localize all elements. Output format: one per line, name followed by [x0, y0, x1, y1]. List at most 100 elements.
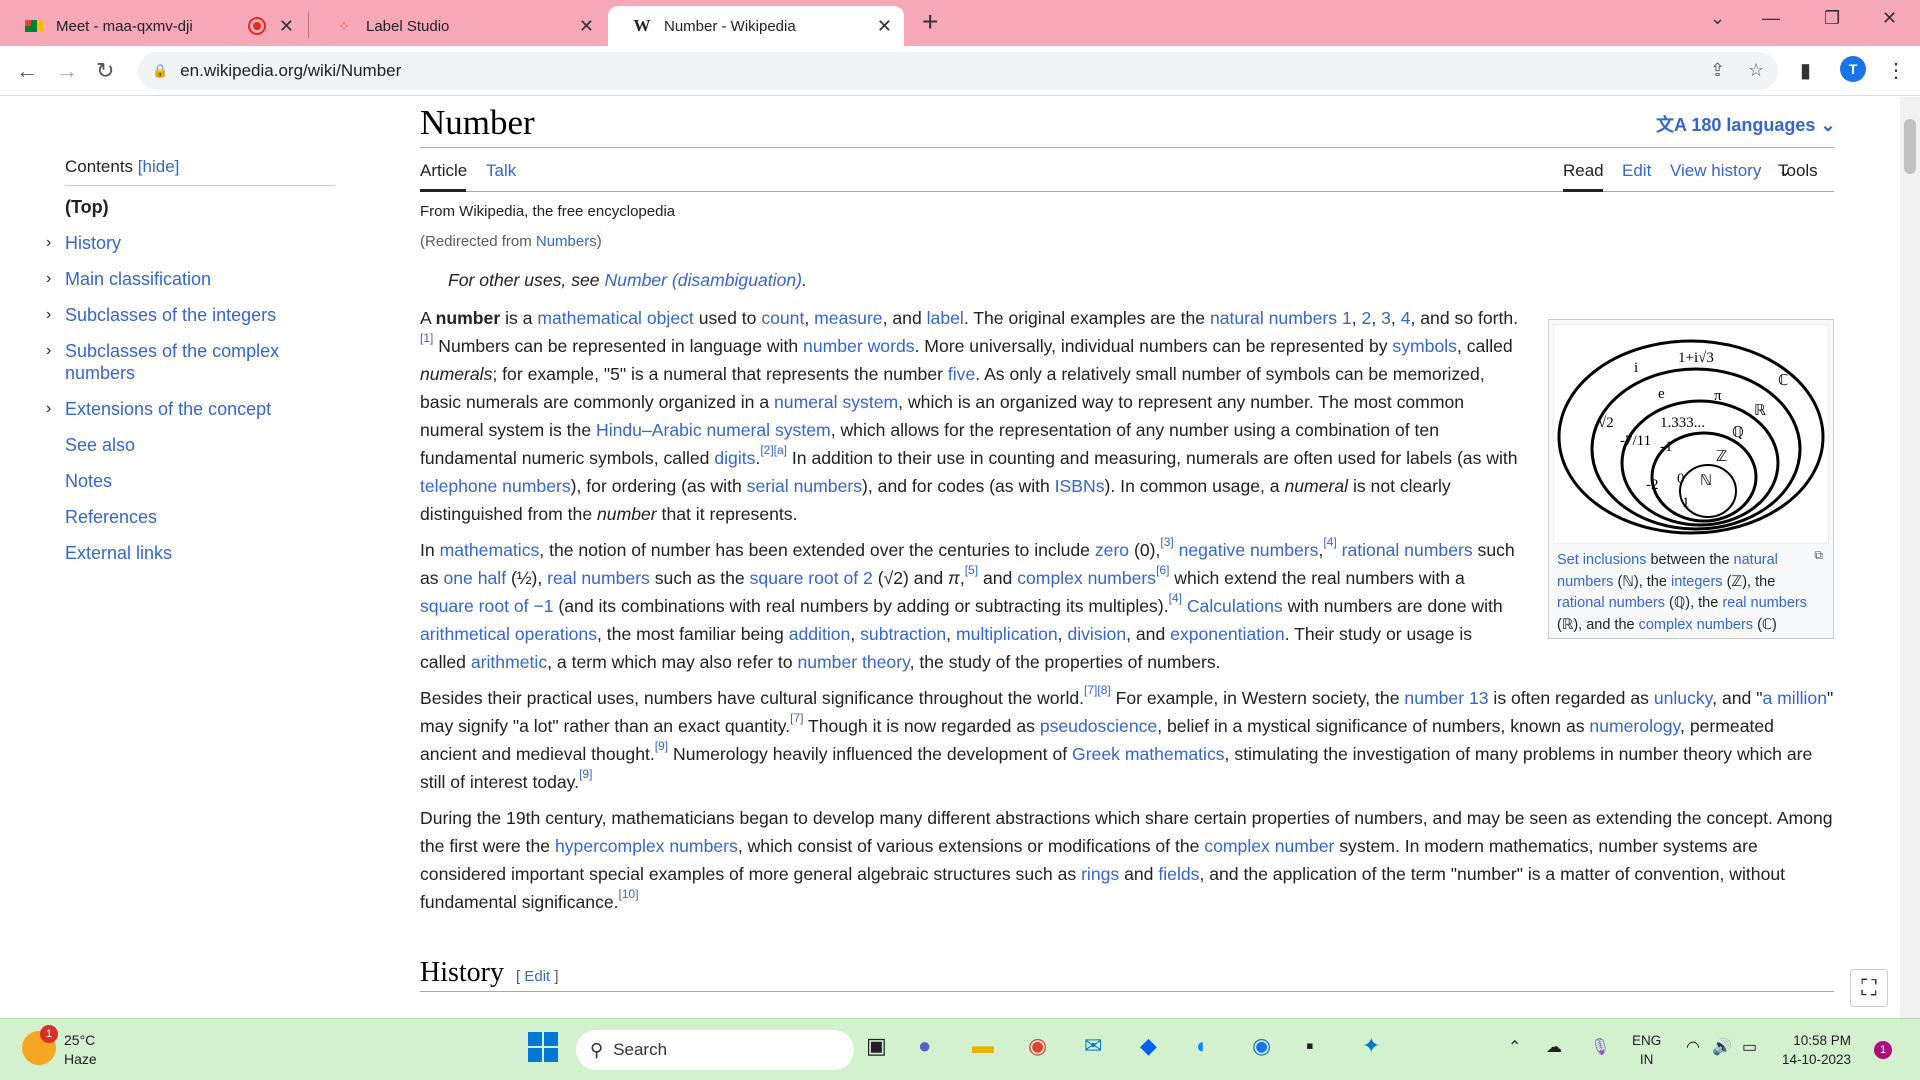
- maximize-icon[interactable]: ❐: [1824, 8, 1840, 29]
- toc-item-subclasses-integers[interactable]: › Subclasses of the integers: [46, 304, 335, 326]
- edge-icon[interactable]: ◐: [1196, 1033, 1209, 1059]
- toc-item-extensions[interactable]: › Extensions of the concept: [46, 398, 335, 420]
- system-clock[interactable]: 10:58 PM 14-10-2023: [1782, 1031, 1851, 1069]
- temperature: 25°C: [64, 1032, 96, 1048]
- task-view-icon[interactable]: ▣: [866, 1033, 887, 1059]
- set-inclusion-diagram[interactable]: i 1+i√3 e π √2 1.333... -7/11 -1 -2 0 1 …: [1553, 324, 1829, 544]
- tab-edit[interactable]: Edit: [1622, 161, 1651, 181]
- bookmark-star-icon[interactable]: ☆: [1748, 60, 1764, 81]
- wikipedia-page: Contents [hide] (Top) › History › Main cla…: [0, 97, 1920, 1018]
- teams-chat-icon[interactable]: ●: [918, 1033, 931, 1059]
- avatar[interactable]: T: [1840, 56, 1866, 82]
- tab-wikipedia[interactable]: W Number - Wikipedia ✕: [608, 6, 904, 46]
- new-tab-icon[interactable]: +: [922, 6, 938, 38]
- microphone-icon[interactable]: 🎙: [1590, 1037, 1610, 1057]
- toc-item-subclasses-complex[interactable]: › Subclasses of the complex numbers: [46, 340, 335, 384]
- lock-icon[interactable]: 🔒: [152, 63, 168, 79]
- disambiguation-link[interactable]: Number (disambiguation): [604, 270, 802, 290]
- toc-item-notes[interactable]: Notes: [65, 470, 335, 492]
- notification-badge[interactable]: 1: [1874, 1041, 1892, 1059]
- toc-hide-link[interactable]: [hide]: [138, 157, 180, 176]
- diagram-label: -7/11: [1620, 433, 1651, 449]
- toc-item-top[interactable]: (Top): [65, 196, 335, 218]
- toc-item-see-also[interactable]: See also: [65, 434, 335, 456]
- tab-talk[interactable]: Talk: [486, 161, 516, 181]
- battery-icon[interactable]: ▭: [1742, 1037, 1757, 1057]
- minimize-icon[interactable]: —: [1762, 8, 1780, 29]
- volume-icon[interactable]: 🔊: [1712, 1037, 1732, 1057]
- close-tab-icon[interactable]: ✕: [279, 16, 294, 37]
- tab-meet[interactable]: Meet - maa-qxmv-dji ✕: [0, 6, 306, 46]
- wifi-icon[interactable]: ◠: [1686, 1037, 1700, 1057]
- tab-label-studio[interactable]: ⁘ Label Studio ✕: [310, 6, 606, 46]
- tab-search-icon[interactable]: ⌄: [1710, 8, 1725, 29]
- read-tab-underline: [1563, 189, 1603, 192]
- diagram-label: ℚ: [1732, 425, 1744, 441]
- tab-view-history[interactable]: View history: [1670, 161, 1761, 181]
- toc-item-references[interactable]: References: [65, 506, 335, 528]
- tab-article[interactable]: Article: [420, 161, 467, 181]
- paragraph-1: A number is a mathematical object used t…: [420, 308, 1519, 524]
- vscode-icon[interactable]: ✦: [1362, 1033, 1380, 1059]
- languages-button[interactable]: 文A 180 languages ⌄: [1656, 111, 1836, 137]
- scrollbar-thumb[interactable]: [1904, 119, 1916, 174]
- address-toolbar: ← → ↻ 🔒 en.wikipedia.org/wiki/Number ⇪ ☆…: [0, 46, 1920, 96]
- back-icon[interactable]: ←: [16, 58, 38, 84]
- article-tab-underline: [420, 189, 466, 192]
- diagram-label: √2: [1598, 415, 1614, 431]
- enlarge-icon[interactable]: ⧉: [1814, 548, 1823, 563]
- weather-badge: 1: [40, 1025, 58, 1043]
- chevron-right-icon[interactable]: ›: [46, 304, 51, 326]
- toc-header: Contents [hide]: [65, 157, 335, 186]
- url-text[interactable]: en.wikipedia.org/wiki/Number: [180, 61, 401, 81]
- terminal-icon[interactable]: ▪: [1306, 1033, 1314, 1059]
- page-title: Number: [420, 103, 535, 142]
- windows-taskbar: 1 25°C Haze ⚲ Search ▣ ● ▬ ◉ ✉ ◆ ◐ ◉ ▪ ✦ …: [0, 1018, 1920, 1080]
- dropbox-icon[interactable]: ◆: [1140, 1033, 1157, 1059]
- close-window-icon[interactable]: ✕: [1882, 8, 1897, 29]
- chevron-down-icon: ⌄: [1820, 115, 1836, 135]
- translate-icon: 文A: [1656, 115, 1687, 135]
- tab-separator: [308, 12, 309, 38]
- forward-icon[interactable]: →: [56, 58, 78, 84]
- windows-start-icon[interactable]: [528, 1032, 558, 1068]
- side-panel-icon[interactable]: ▮: [1800, 58, 1811, 83]
- chevron-right-icon[interactable]: ›: [46, 268, 51, 290]
- chevron-down-icon: ⌄: [1778, 161, 1793, 180]
- page-tabs: Article Talk Read Edit View history Tool…: [420, 161, 1818, 181]
- search-icon: ⚲: [590, 1039, 604, 1060]
- fullscreen-icon[interactable]: ⛶: [1850, 969, 1888, 1007]
- close-tab-icon[interactable]: ✕: [579, 16, 594, 37]
- omnibox[interactable]: 🔒 en.wikipedia.org/wiki/Number ⇪ ☆: [138, 52, 1778, 90]
- menu-kebab-icon[interactable]: ⋮: [1886, 58, 1906, 83]
- reload-icon[interactable]: ↻: [96, 58, 114, 84]
- toc-item-history[interactable]: › History: [46, 232, 335, 254]
- scrollbar[interactable]: [1900, 97, 1920, 1018]
- chrome-profile-icon[interactable]: ◉: [1252, 1033, 1271, 1059]
- infobox-caption: Set inclusions between the natural numbe…: [1557, 552, 1807, 633]
- tab-read[interactable]: Read: [1563, 161, 1604, 181]
- section-edit-link[interactable]: [ Edit ]: [516, 968, 559, 985]
- chrome-icon[interactable]: ◉: [1028, 1033, 1047, 1059]
- paragraph-2: In mathematics, the notion of number has…: [420, 535, 1515, 672]
- chevron-right-icon[interactable]: ›: [46, 232, 51, 254]
- language-indicator[interactable]: ENG IN: [1632, 1031, 1661, 1069]
- onedrive-icon[interactable]: ☁: [1546, 1037, 1562, 1057]
- redirect-link[interactable]: Numbers: [536, 233, 597, 250]
- taskbar-search[interactable]: ⚲ Search: [576, 1030, 854, 1070]
- share-icon[interactable]: ⇪: [1710, 60, 1725, 81]
- diagram-label: -1: [1660, 439, 1673, 455]
- chevron-right-icon[interactable]: ›: [46, 340, 51, 362]
- chevron-up-icon[interactable]: ⌃: [1508, 1037, 1521, 1057]
- chevron-right-icon[interactable]: ›: [46, 398, 51, 420]
- toc-item-external-links[interactable]: External links: [65, 542, 335, 564]
- mail-icon[interactable]: ✉: [1084, 1033, 1102, 1059]
- toc-item-main-classification[interactable]: › Main classification: [46, 268, 335, 290]
- weather-widget[interactable]: 1 25°C Haze: [22, 1025, 97, 1069]
- diagram-label: -2: [1646, 477, 1659, 493]
- diagram-label: ℕ: [1700, 473, 1712, 489]
- close-tab-icon[interactable]: ✕: [877, 16, 892, 37]
- file-explorer-icon[interactable]: ▬: [972, 1033, 994, 1059]
- diagram-label: ℝ: [1754, 403, 1766, 419]
- diagram-label: 1.333...: [1660, 415, 1705, 431]
